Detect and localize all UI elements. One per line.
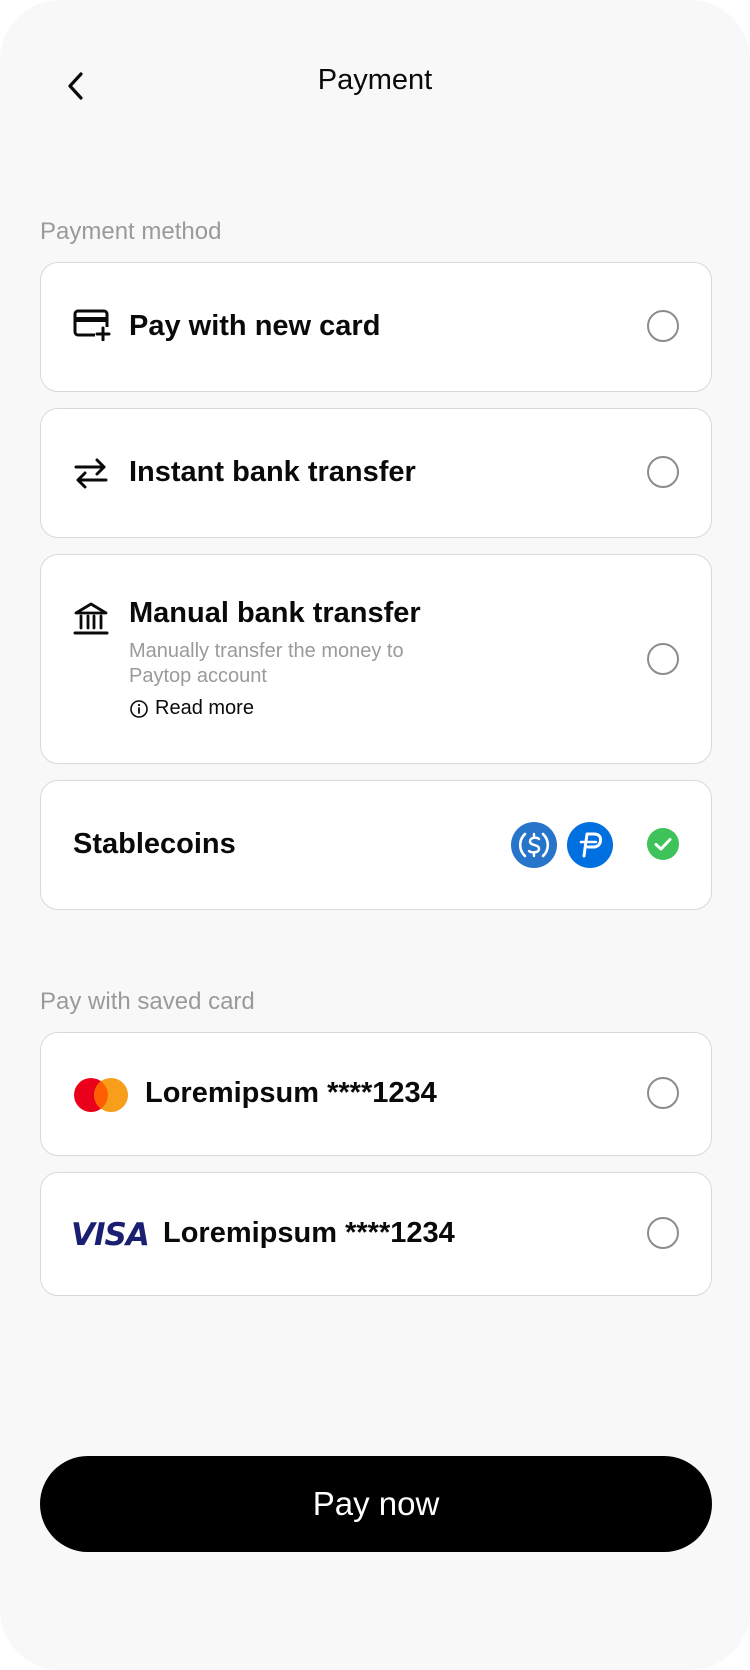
saved-card-label: Loremipsum ****1234 xyxy=(163,1217,455,1249)
payment-option-manual-bank[interactable]: Manual bank transfer Manually transfer t… xyxy=(40,554,712,764)
read-more-link[interactable]: Read more xyxy=(129,697,254,720)
payment-option-label: Manual bank transfer xyxy=(129,597,421,629)
section-label-saved-card: Pay with saved card xyxy=(40,988,255,1015)
mastercard-logo xyxy=(73,1077,129,1118)
card-plus-icon xyxy=(73,309,111,346)
pyusd-icon xyxy=(567,822,613,868)
bank-icon xyxy=(73,601,109,642)
saved-card-label: Loremipsum ****1234 xyxy=(145,1077,437,1109)
payment-option-label: Instant bank transfer xyxy=(129,456,416,488)
payment-option-label: Stablecoins xyxy=(73,828,236,860)
header: Payment xyxy=(0,0,750,170)
pay-now-button[interactable]: Pay now xyxy=(40,1456,712,1552)
radio-instant-bank[interactable] xyxy=(647,456,679,488)
check-icon xyxy=(654,838,672,851)
saved-card-item[interactable]: Loremipsum ****1234 xyxy=(40,1032,712,1156)
page-title: Payment xyxy=(317,64,433,96)
section-label-payment-method: Payment method xyxy=(40,218,222,245)
usdc-icon xyxy=(511,822,557,868)
radio-stablecoins-checked[interactable] xyxy=(647,828,679,860)
payment-option-stablecoins[interactable]: Stablecoins xyxy=(40,780,712,910)
radio-saved-card[interactable] xyxy=(647,1217,679,1249)
phone-screen: Payment Payment method Pay with new card… xyxy=(0,0,750,1670)
arrows-swap-icon xyxy=(73,457,109,494)
radio-new-card[interactable] xyxy=(647,310,679,342)
visa-logo: VISA xyxy=(71,1217,150,1253)
payment-option-description: Manually transfer the money to Paytop ac… xyxy=(129,640,404,687)
radio-manual-bank[interactable] xyxy=(647,643,679,675)
radio-saved-card[interactable] xyxy=(647,1077,679,1109)
payment-option-label: Pay with new card xyxy=(129,310,381,342)
read-more-label: Read more xyxy=(155,697,254,719)
info-icon xyxy=(130,699,148,718)
payment-option-new-card[interactable]: Pay with new card xyxy=(40,262,712,392)
payment-option-instant-bank[interactable]: Instant bank transfer xyxy=(40,408,712,538)
saved-card-item[interactable]: VISA Loremipsum ****1234 xyxy=(40,1172,712,1296)
